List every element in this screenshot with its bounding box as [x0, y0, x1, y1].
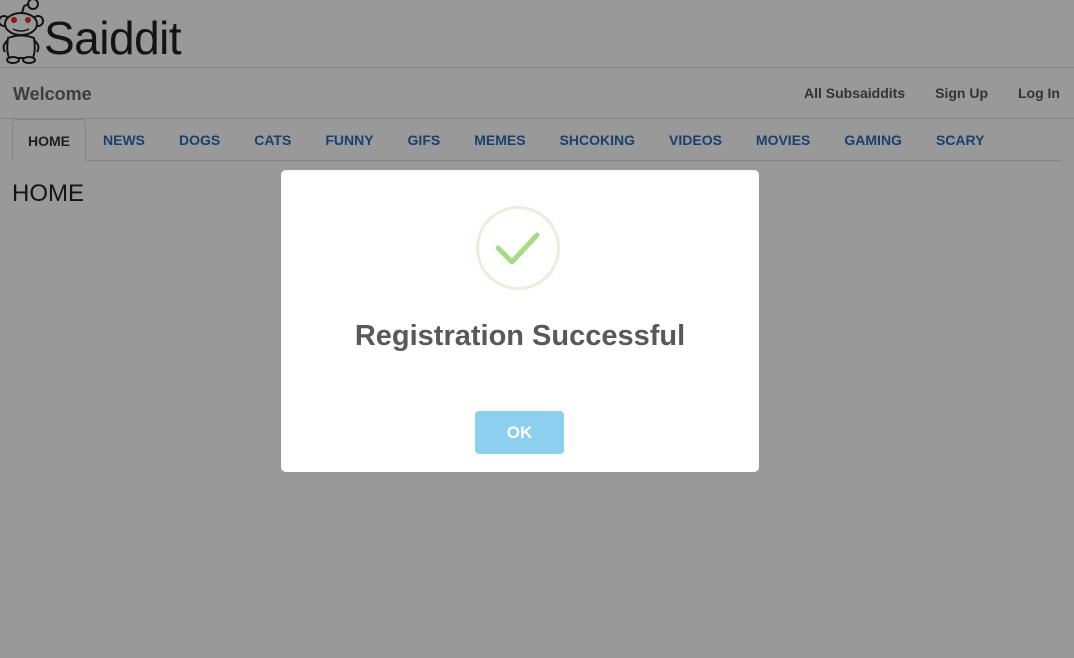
dialog-title: Registration Successful [354, 320, 686, 352]
registration-success-dialog: Registration Successful OK [281, 170, 759, 472]
checkmark-icon [476, 206, 560, 290]
ok-button[interactable]: OK [475, 411, 564, 454]
